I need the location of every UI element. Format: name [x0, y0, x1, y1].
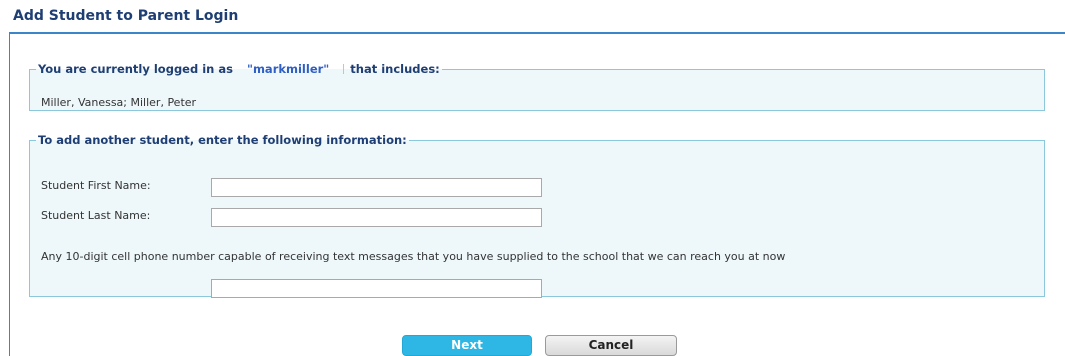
first-name-label: Student First Name:	[41, 179, 151, 192]
header-divider	[9, 32, 1065, 34]
separator-tick	[343, 64, 345, 74]
phone-instructions: Any 10-digit cell phone number capable o…	[41, 250, 786, 263]
add-student-legend: To add another student, enter the follow…	[38, 133, 407, 147]
logged-in-fieldset: You are currently logged in as "markmille…	[29, 62, 1045, 111]
frame-left-border	[9, 32, 10, 356]
page-title: Add Student to Parent Login	[13, 8, 239, 24]
logged-in-suffix: that includes:	[350, 62, 440, 76]
last-name-input[interactable]	[211, 208, 542, 227]
first-name-input[interactable]	[211, 178, 542, 197]
next-button[interactable]: Next	[402, 335, 532, 356]
phone-input[interactable]	[211, 279, 542, 298]
username: "markmiller"	[246, 62, 330, 76]
linked-students: Miller, Vanessa; Miller, Peter	[41, 96, 197, 109]
logged-in-prefix: You are currently logged in as	[38, 62, 233, 76]
logged-in-legend: You are currently logged in as "markmille…	[36, 62, 442, 76]
add-student-fieldset: To add another student, enter the follow…	[29, 133, 1045, 298]
cancel-button[interactable]: Cancel	[545, 335, 677, 356]
last-name-label: Student Last Name:	[41, 209, 151, 222]
